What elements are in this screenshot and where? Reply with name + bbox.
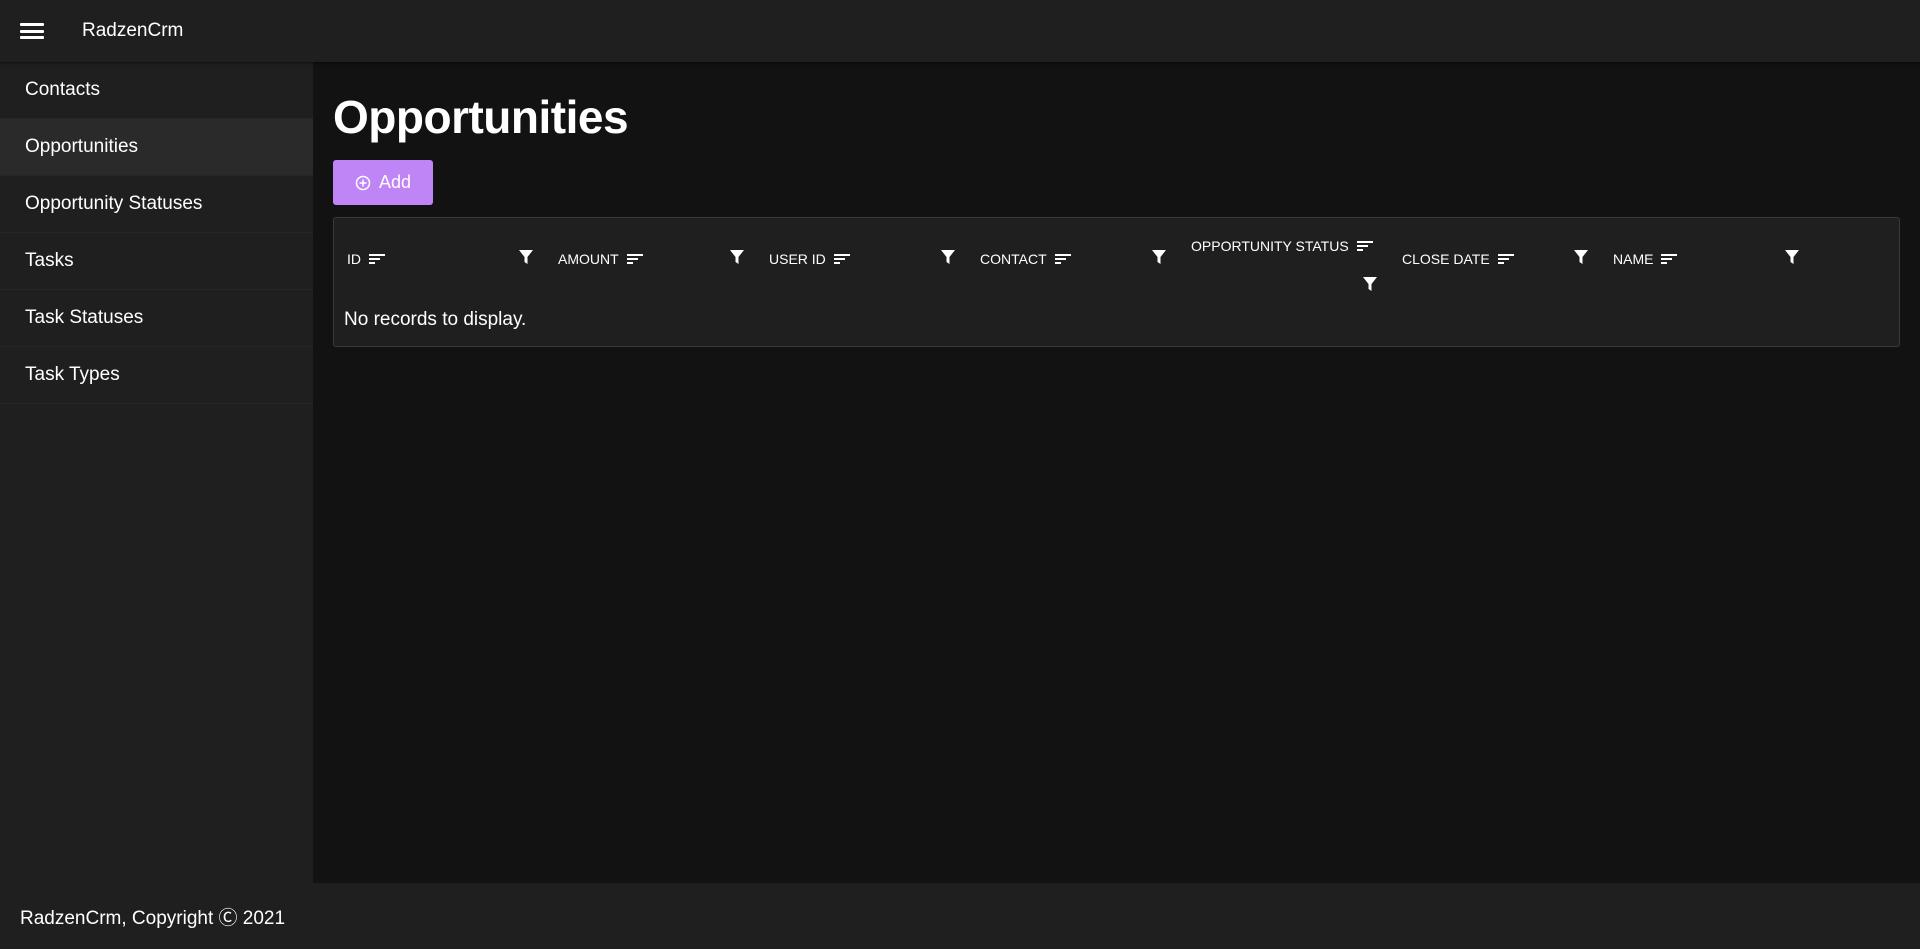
sort-icon[interactable] xyxy=(833,253,850,265)
sort-icon[interactable] xyxy=(1661,253,1678,265)
column-header-opportunity-status: OPPORTUNITY STATUS xyxy=(1178,218,1389,302)
filter-icon[interactable] xyxy=(1152,250,1166,265)
footer-copyright: RadzenCrm, Copyright Ⓒ 2021 xyxy=(20,907,286,929)
grid-header: ID AMOUNT USER ID CONTACT OPPORTUNITY ST… xyxy=(334,218,1899,302)
column-label: OPPORTUNITY STATUS xyxy=(1191,238,1349,254)
sort-icon[interactable] xyxy=(1497,253,1514,265)
footer: RadzenCrm, Copyright Ⓒ 2021 xyxy=(0,883,1920,949)
column-label: USER ID xyxy=(769,251,826,267)
column-header-name: NAME xyxy=(1600,218,1811,302)
sidebar-item-tasks[interactable]: Tasks xyxy=(0,233,313,290)
sidebar-item-opportunities[interactable]: Opportunities xyxy=(0,119,313,176)
main-content: Opportunities Add ID AMOUNT USER ID CONT… xyxy=(313,62,1920,883)
sort-icon[interactable] xyxy=(1356,240,1373,252)
filter-icon[interactable] xyxy=(519,250,533,265)
column-label: ID xyxy=(347,251,361,267)
filter-icon[interactable] xyxy=(730,250,744,265)
page-title: Opportunities xyxy=(333,91,629,143)
sidebar-item-task-types[interactable]: Task Types xyxy=(0,347,313,404)
column-header-close-date: CLOSE DATE xyxy=(1389,218,1600,302)
sort-icon[interactable] xyxy=(369,253,385,265)
add-circle-icon xyxy=(355,175,371,190)
opportunities-grid: ID AMOUNT USER ID CONTACT OPPORTUNITY ST… xyxy=(333,217,1900,347)
column-header-user-id: USER ID xyxy=(756,218,967,302)
column-label: AMOUNT xyxy=(558,251,619,267)
app-title: RadzenCrm xyxy=(82,20,184,41)
sidebar-item-task-statuses[interactable]: Task Statuses xyxy=(0,290,313,347)
app-header: RadzenCrm xyxy=(0,0,1920,62)
filter-icon[interactable] xyxy=(941,250,955,265)
column-label: CONTACT xyxy=(980,251,1047,267)
column-header-contact: CONTACT xyxy=(967,218,1178,302)
sidebar: Contacts Opportunities Opportunity Statu… xyxy=(0,62,313,883)
add-button-label: Add xyxy=(378,172,412,192)
column-header-id: ID xyxy=(334,218,545,302)
sort-icon[interactable] xyxy=(626,253,643,265)
column-header-amount: AMOUNT xyxy=(545,218,756,302)
filter-icon[interactable] xyxy=(1574,250,1588,265)
empty-message: No records to display. xyxy=(344,309,527,330)
column-label: NAME xyxy=(1613,251,1654,267)
add-button[interactable]: Add xyxy=(333,160,433,205)
column-label: CLOSE DATE xyxy=(1402,251,1490,267)
sidebar-item-opportunity-statuses[interactable]: Opportunity Statuses xyxy=(0,176,313,233)
filter-icon[interactable] xyxy=(1363,277,1377,292)
menu-toggle-icon[interactable] xyxy=(20,22,44,40)
sidebar-item-contacts[interactable]: Contacts xyxy=(0,62,313,119)
sort-icon[interactable] xyxy=(1054,253,1071,265)
filter-icon[interactable] xyxy=(1785,250,1799,265)
